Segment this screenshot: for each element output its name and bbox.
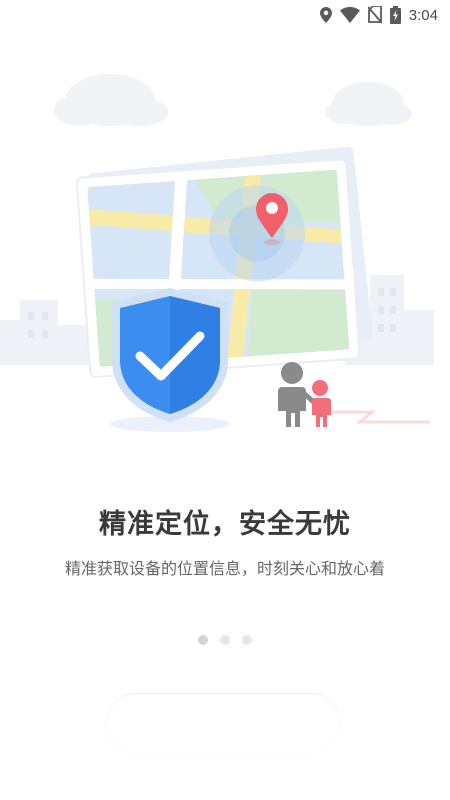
no-sim-icon [367, 6, 382, 24]
page-indicator [0, 635, 450, 645]
page-dot [198, 635, 208, 645]
page-dot [220, 635, 230, 645]
start-button[interactable] [106, 693, 340, 753]
cloud-icon [54, 74, 168, 126]
page-dot [242, 635, 252, 645]
onboarding-illustration [0, 60, 450, 460]
status-bar: 3:04 [0, 0, 450, 30]
location-icon [319, 7, 332, 23]
wifi-icon [339, 7, 360, 23]
status-time: 3:04 [408, 6, 438, 24]
city-skyline-icon [0, 300, 88, 365]
battery-charging-icon [389, 6, 401, 24]
cloud-icon [325, 82, 412, 126]
onboarding-title: 精准定位，安全无忧 [99, 509, 351, 540]
shield-check-icon [110, 288, 230, 432]
people-walking-icon [278, 362, 331, 427]
onboarding-subtitle: 精准获取设备的位置信息，时刻关心和放心着 [64, 559, 385, 578]
